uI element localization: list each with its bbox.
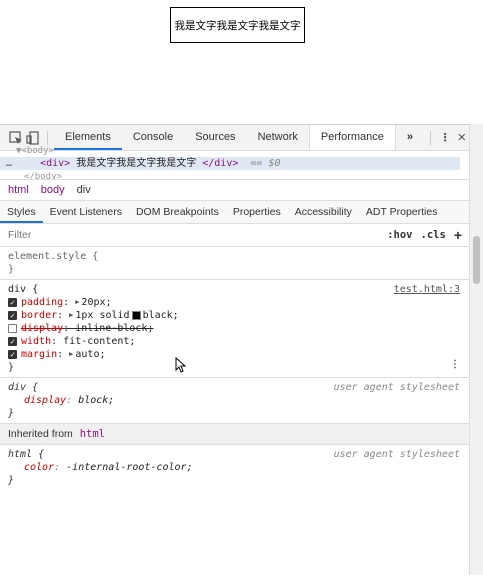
selected-div-node[interactable]: … <div> 我是文字我是文字我是文字 </div> == $0	[0, 157, 460, 170]
inherited-label: Inherited from	[8, 428, 73, 440]
checkbox-width[interactable]: ✓	[8, 337, 17, 346]
source-link[interactable]: test.html:3	[394, 283, 460, 296]
prop-display[interactable]: display: inline-block;	[8, 322, 462, 335]
prop-name[interactable]: display	[21, 322, 63, 335]
tab-performance[interactable]: Performance	[308, 125, 396, 150]
rule-close-brace: }	[8, 408, 15, 419]
expand-arrow-icon[interactable]: ▶	[69, 348, 73, 361]
tab-network[interactable]: Network	[247, 125, 309, 150]
prop-value: block;	[78, 395, 115, 406]
toolbar-divider	[430, 130, 431, 145]
inherited-header: Inherited from html	[0, 424, 470, 445]
prop-value[interactable]: 20px;	[81, 296, 111, 309]
body-open-node[interactable]: ▼<body>	[16, 146, 54, 156]
ua-source-label: user agent stylesheet	[333, 382, 460, 393]
expand-arrow-icon[interactable]: ▶	[75, 296, 79, 309]
checkbox-border[interactable]: ✓	[8, 311, 17, 320]
toolbar-divider	[47, 130, 48, 145]
expand-arrow-icon[interactable]: ▶	[69, 309, 73, 322]
tab-properties[interactable]: Properties	[226, 201, 288, 223]
prop-margin[interactable]: ✓ margin: ▶ auto;	[8, 348, 462, 361]
crumb-html[interactable]: html	[8, 184, 29, 196]
prop-name[interactable]: border	[21, 309, 57, 322]
rule-close-brace: }	[8, 264, 15, 275]
ua-html-rule: html { user agent stylesheet color: -int…	[0, 445, 470, 490]
tab-accessibility[interactable]: Accessibility	[288, 201, 359, 223]
prop-name[interactable]: width	[21, 335, 51, 348]
class-toggle-button[interactable]: .cls	[421, 229, 446, 241]
tab-elements[interactable]: Elements	[53, 125, 122, 150]
rule-close-brace: }	[8, 362, 15, 373]
sidebar-tabs: Styles Event Listeners DOM Breakpoints P…	[0, 201, 470, 224]
elements-tree: ▼<body> … <div> 我是文字我是文字我是文字 </div> == $…	[0, 146, 470, 180]
prop-width[interactable]: ✓ width: fit-content;	[8, 335, 462, 348]
styles-filter-bar: :hov .cls +	[0, 224, 470, 247]
div-close-tag: </div>	[202, 158, 239, 169]
close-icon[interactable]: ×	[453, 128, 470, 148]
checkbox-padding[interactable]: ✓	[8, 298, 17, 307]
ua-prop-color: color: -internal-root-color;	[24, 462, 193, 473]
page-viewport: 我是文字我是文字我是文字	[0, 0, 483, 124]
rule-menu-icon[interactable]: ⋮	[450, 358, 460, 371]
prop-value[interactable]: inline-block;	[75, 322, 153, 335]
crumb-body[interactable]: body	[41, 184, 65, 196]
tab-styles[interactable]: Styles	[0, 201, 43, 223]
device-toolbar-icon[interactable]	[25, 128, 42, 148]
prop-value[interactable]: auto;	[75, 348, 105, 361]
node-ellipsis[interactable]: …	[6, 158, 12, 169]
inspect-element-icon[interactable]	[8, 128, 25, 148]
color-swatch-icon[interactable]	[131, 311, 141, 320]
scrollbar-thumb[interactable]	[473, 236, 480, 284]
breadcrumb: html body div	[0, 180, 470, 201]
element-style-rule: element.style { }	[0, 247, 470, 280]
div-rule: div { test.html:3 ✓ padding: ▶ 20px; ✓ b…	[0, 280, 470, 378]
devtools-panel: Elements Console Sources Network Perform…	[0, 124, 470, 576]
styles-scrollbar[interactable]	[469, 124, 483, 575]
prop-value[interactable]: fit-content;	[63, 335, 135, 348]
prop-name: color	[24, 462, 55, 473]
crumb-div[interactable]: div	[77, 184, 91, 196]
checkbox-display[interactable]	[8, 324, 17, 333]
dollar-zero-hint: == $0	[250, 158, 281, 169]
ua-div-rule: div { user agent stylesheet display: blo…	[0, 378, 470, 424]
prop-name: display	[24, 395, 67, 406]
ua-source-label: user agent stylesheet	[333, 449, 460, 460]
prop-name[interactable]: padding	[21, 296, 63, 309]
body-close-node[interactable]: </body>	[24, 172, 62, 179]
kebab-menu-icon[interactable]: ⋮	[437, 128, 454, 148]
demo-div[interactable]: 我是文字我是文字我是文字	[170, 7, 305, 43]
prop-padding[interactable]: ✓ padding: ▶ 20px;	[8, 296, 462, 309]
tab-sources[interactable]: Sources	[184, 125, 246, 150]
prop-name[interactable]: margin	[21, 348, 57, 361]
checkbox-margin[interactable]: ✓	[8, 350, 17, 359]
prop-value[interactable]: 1px solid	[75, 309, 129, 322]
tab-adt-properties[interactable]: ADT Properties	[359, 201, 445, 223]
hover-state-button[interactable]: :hov	[387, 229, 412, 241]
rule-close-brace: }	[8, 475, 15, 486]
prop-value-color[interactable]: black;	[143, 309, 179, 322]
more-tabs-button[interactable]: »	[396, 125, 424, 150]
tab-console[interactable]: Console	[122, 125, 184, 150]
ua-prop-display: display: block;	[24, 395, 115, 406]
mouse-cursor-icon	[175, 357, 187, 373]
div-text: 我是文字我是文字我是文字	[76, 158, 197, 169]
element-style-selector[interactable]: element.style {	[8, 250, 462, 263]
devtools-toolbar: Elements Console Sources Network Perform…	[0, 125, 470, 151]
filter-input[interactable]	[8, 229, 380, 241]
prop-border[interactable]: ✓ border: ▶ 1px solid black;	[8, 309, 462, 322]
prop-value: -internal-root-color;	[66, 462, 193, 473]
new-rule-button[interactable]: +	[454, 227, 462, 243]
inherited-tag-link[interactable]: html	[80, 428, 105, 440]
tab-event-listeners[interactable]: Event Listeners	[43, 201, 129, 223]
div-open-tag: <div>	[40, 158, 71, 169]
tab-dom-breakpoints[interactable]: DOM Breakpoints	[129, 201, 226, 223]
